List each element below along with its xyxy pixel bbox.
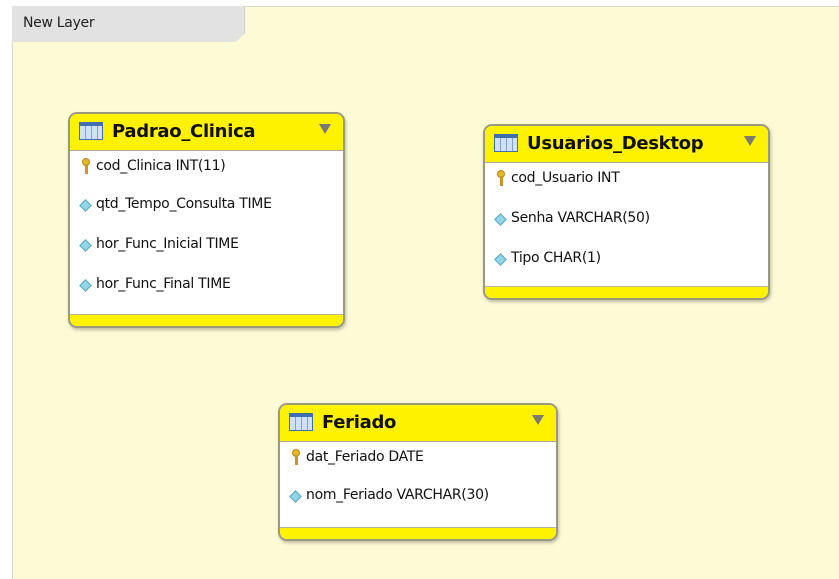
column-diamond-icon bbox=[494, 253, 507, 266]
table-title: Padrao_Clinica bbox=[112, 121, 256, 142]
column-diamond-icon bbox=[79, 279, 92, 292]
column-label: cod_Clinica INT(11) bbox=[96, 158, 226, 174]
table-footer bbox=[485, 286, 768, 298]
column-row[interactable]: dat_Feriado DATE bbox=[280, 442, 556, 480]
column-diamond-icon bbox=[494, 213, 507, 226]
column-row[interactable]: qtd_Tempo_Consulta TIME bbox=[70, 189, 343, 229]
table-footer bbox=[280, 527, 556, 539]
column-diamond-icon bbox=[289, 490, 302, 503]
column-row[interactable]: cod_Usuario INT bbox=[485, 163, 768, 203]
key-icon bbox=[292, 449, 300, 465]
column-label: hor_Func_Final TIME bbox=[96, 276, 231, 292]
table-footer bbox=[70, 314, 343, 326]
column-row[interactable]: Senha VARCHAR(50) bbox=[485, 203, 768, 243]
column-label: Senha VARCHAR(50) bbox=[511, 210, 650, 226]
layer-label: New Layer bbox=[23, 15, 95, 31]
table-grid-icon bbox=[289, 413, 313, 431]
column-label: dat_Feriado DATE bbox=[306, 449, 424, 465]
column-row[interactable]: hor_Func_Inicial TIME bbox=[70, 229, 343, 269]
table-usuarios-desktop[interactable]: Usuarios_Desktop cod_Usuario INT Senha V… bbox=[483, 124, 770, 300]
column-label: cod_Usuario INT bbox=[511, 170, 620, 186]
column-label: qtd_Tempo_Consulta TIME bbox=[96, 196, 272, 212]
table-header[interactable]: Usuarios_Desktop bbox=[485, 126, 768, 163]
layer-tab[interactable]: New Layer bbox=[12, 6, 245, 42]
column-diamond-icon bbox=[79, 199, 92, 212]
table-header[interactable]: Feriado bbox=[280, 405, 556, 442]
key-icon bbox=[82, 158, 90, 174]
column-label: nom_Feriado VARCHAR(30) bbox=[306, 487, 489, 503]
table-grid-icon bbox=[79, 122, 103, 140]
chevron-down-icon[interactable] bbox=[319, 124, 331, 134]
table-grid-icon bbox=[494, 134, 518, 152]
table-header[interactable]: Padrao_Clinica bbox=[70, 114, 343, 151]
table-padrao-clinica[interactable]: Padrao_Clinica cod_Clinica INT(11) qtd_T… bbox=[68, 112, 345, 328]
column-label: hor_Func_Inicial TIME bbox=[96, 236, 239, 252]
column-row[interactable]: cod_Clinica INT(11) bbox=[70, 151, 343, 189]
chevron-down-icon[interactable] bbox=[532, 415, 544, 425]
table-feriado[interactable]: Feriado dat_Feriado DATE nom_Feriado VAR… bbox=[278, 403, 558, 541]
column-row[interactable]: nom_Feriado VARCHAR(30) bbox=[280, 480, 556, 518]
table-title: Feriado bbox=[322, 412, 397, 433]
column-label: Tipo CHAR(1) bbox=[511, 250, 601, 266]
key-icon bbox=[497, 170, 505, 186]
table-title: Usuarios_Desktop bbox=[527, 133, 704, 154]
column-row[interactable]: Tipo CHAR(1) bbox=[485, 243, 768, 283]
chevron-down-icon[interactable] bbox=[744, 136, 756, 146]
column-row[interactable]: hor_Func_Final TIME bbox=[70, 269, 343, 309]
column-diamond-icon bbox=[79, 239, 92, 252]
